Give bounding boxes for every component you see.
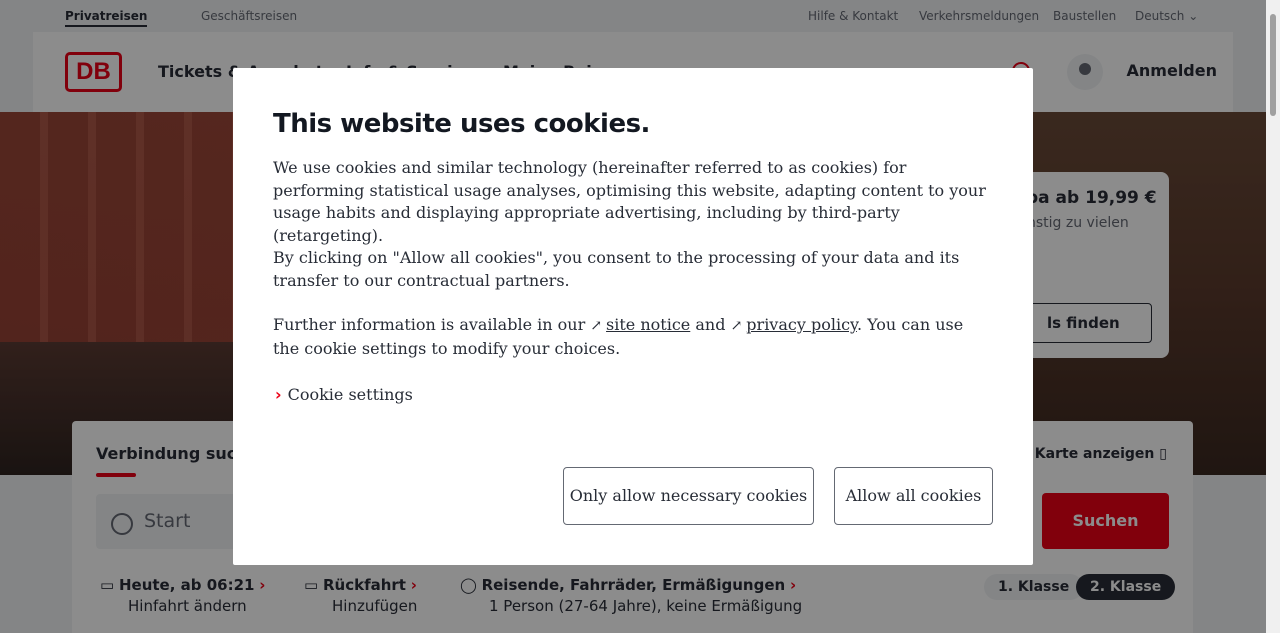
cookie-settings-toggle[interactable]: › Cookie settings <box>275 385 413 404</box>
only-necessary-button[interactable]: Only allow necessary cookies <box>563 467 814 525</box>
dialog-title: This website uses cookies. <box>273 109 650 139</box>
scrollbar[interactable] <box>1266 0 1280 633</box>
dialog-para-consent: By clicking on "Allow all cookies", you … <box>273 248 960 290</box>
scrollbar-thumb[interactable] <box>1270 14 1276 116</box>
site-notice-link[interactable]: site notice <box>606 315 690 334</box>
cookie-dialog: This website uses cookies. We use cookie… <box>233 68 1033 565</box>
external-link-icon: ↗ <box>730 318 743 334</box>
dialog-para-info: Further information is available in our … <box>273 314 993 360</box>
dialog-para-usage: We use cookies and similar technology (h… <box>273 158 986 245</box>
external-link-icon: ↗ <box>590 318 603 334</box>
para-info-and: and <box>695 315 726 334</box>
cookie-settings-label: Cookie settings <box>287 385 413 404</box>
privacy-policy-link[interactable]: privacy policy <box>746 315 857 334</box>
allow-all-button[interactable]: Allow all cookies <box>834 467 993 525</box>
para-info-pre: Further information is available in our <box>273 315 586 334</box>
chevron-right-icon: › <box>275 385 282 404</box>
